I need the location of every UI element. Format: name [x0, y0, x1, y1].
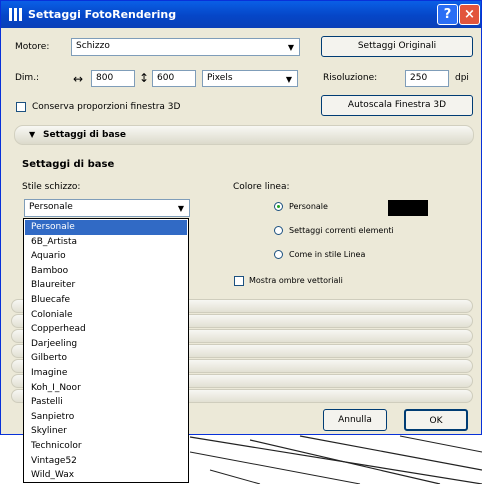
- resolution-label: Risoluzione:: [323, 73, 378, 83]
- unit-select-value: Pixels: [207, 73, 233, 83]
- dropdown-option[interactable]: Bluecafe: [25, 293, 187, 308]
- basic-settings-toggle-label: Settaggi di base: [43, 130, 127, 140]
- original-settings-button[interactable]: Settaggi Originali: [321, 36, 473, 57]
- unit-select[interactable]: Pixels ▼: [202, 70, 298, 87]
- resolution-unit: dpi: [455, 73, 469, 83]
- window-title: Settaggi FotoRendering: [28, 8, 177, 21]
- dropdown-option[interactable]: Copperhead: [25, 322, 187, 337]
- width-input[interactable]: 800: [91, 70, 135, 87]
- autoscale-button[interactable]: Autoscala Finestra 3D: [321, 95, 473, 116]
- title-bar[interactable]: Settaggi FotoRendering ? ×: [1, 1, 481, 28]
- dropdown-option[interactable]: Imagine: [25, 366, 187, 381]
- dropdown-option[interactable]: Vintage52: [25, 454, 187, 469]
- width-arrows-icon: ↔: [73, 72, 84, 86]
- chevron-down-icon: ▼: [282, 72, 296, 85]
- dropdown-option[interactable]: Bamboo: [25, 264, 187, 279]
- dropdown-option[interactable]: Darjeeling: [25, 337, 187, 352]
- dropdown-option[interactable]: Sanpietro: [25, 410, 187, 425]
- dropdown-option[interactable]: Skyliner: [25, 424, 187, 439]
- height-arrows-icon: ↕: [139, 71, 150, 85]
- color-swatch[interactable]: [388, 200, 428, 216]
- radio-current-element-settings-label: Settaggi correnti elementi: [289, 226, 394, 235]
- radio-line-style-label: Come in stile Linea: [289, 250, 366, 259]
- engine-select[interactable]: Schizzo ▼: [71, 38, 300, 56]
- dropdown-option[interactable]: Aquario: [25, 249, 187, 264]
- dropdown-option[interactable]: Blaureiter: [25, 278, 187, 293]
- dropdown-option[interactable]: Coloniale: [25, 308, 187, 323]
- help-button[interactable]: ?: [437, 4, 458, 25]
- sketch-style-select[interactable]: Personale ▼: [24, 199, 190, 217]
- sketch-style-value: Personale: [29, 202, 73, 212]
- cancel-button[interactable]: Annulla: [323, 409, 387, 431]
- line-color-label: Colore linea:: [233, 182, 290, 192]
- dropdown-option[interactable]: Koh_I_Noor: [25, 381, 187, 396]
- radio-custom-color-label: Personale: [289, 202, 328, 211]
- dropdown-option[interactable]: Pastelli: [25, 395, 187, 410]
- radio-line-style[interactable]: [274, 250, 283, 259]
- triangle-down-icon: ▼: [29, 130, 36, 139]
- close-button[interactable]: ×: [459, 4, 480, 25]
- dimensions-label: Dim.:: [15, 73, 40, 83]
- dropdown-option[interactable]: Wild_Wax: [25, 468, 187, 483]
- ok-button[interactable]: OK: [404, 409, 468, 431]
- dropdown-option[interactable]: Gilberto: [25, 351, 187, 366]
- radio-current-element-settings[interactable]: [274, 226, 283, 235]
- height-input[interactable]: 600: [152, 70, 196, 87]
- dropdown-option[interactable]: Technicolor: [25, 439, 187, 454]
- engine-select-value: Schizzo: [76, 41, 110, 51]
- sketch-style-dropdown-list[interactable]: Personale 6B_Artista Aquario Bamboo Blau…: [23, 218, 189, 483]
- dropdown-option[interactable]: 6B_Artista: [25, 235, 187, 250]
- sketch-style-label: Stile schizzo:: [22, 182, 81, 192]
- chevron-down-icon: ▼: [284, 40, 298, 54]
- radio-custom-color[interactable]: [274, 202, 283, 211]
- section-heading: Settaggi di base: [22, 159, 115, 170]
- keep-proportions-checkbox[interactable]: [16, 102, 26, 112]
- basic-settings-toggle[interactable]: ▼ Settaggi di base: [14, 125, 474, 145]
- app-icon: [9, 8, 23, 21]
- engine-label: Motore:: [15, 42, 50, 52]
- chevron-down-icon: ▼: [174, 201, 188, 215]
- vector-shadows-label: Mostra ombre vettoriali: [249, 276, 343, 285]
- vector-shadows-checkbox[interactable]: [234, 276, 244, 286]
- resolution-input[interactable]: 250: [405, 70, 449, 87]
- keep-proportions-label: Conserva proporzioni finestra 3D: [32, 102, 181, 112]
- dropdown-option[interactable]: Personale: [25, 220, 187, 235]
